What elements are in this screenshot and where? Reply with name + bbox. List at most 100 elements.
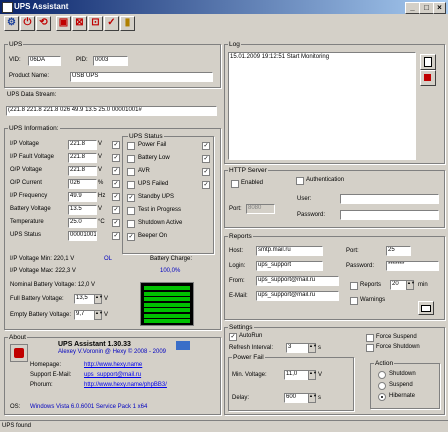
- shutdown-icon[interactable]: ⊠: [72, 16, 87, 31]
- min-voltage-spin[interactable]: ▲▼: [308, 370, 317, 380]
- support-link[interactable]: ups_support@mail.ru: [84, 372, 141, 379]
- info-row-checkbox[interactable]: ✓: [112, 206, 120, 214]
- info-icon[interactable]: ⊡: [88, 16, 103, 31]
- delay-spin[interactable]: ▲▼: [308, 393, 317, 403]
- phorum-link[interactable]: http://www.hexy.name/phpBB3/: [84, 382, 167, 389]
- pid-field[interactable]: 0003: [93, 56, 128, 66]
- power-icon[interactable]: ⏻: [20, 16, 35, 31]
- status-bar: UPS found: [0, 420, 448, 432]
- from-field[interactable]: ups_support@mail.ru: [256, 276, 339, 286]
- vid-field[interactable]: 06DA: [28, 56, 61, 66]
- ups-status-label: UPS Status: [128, 133, 164, 140]
- info-row-label: I/P Fault Voltage: [10, 154, 54, 160]
- info-row-unit: %: [98, 180, 104, 186]
- smtp-login-field[interactable]: ups_support: [256, 261, 323, 271]
- ip-voltage-min: I/P Voltage Min: 220,1 V: [10, 256, 75, 262]
- autorun-checkbox[interactable]: ✓: [229, 333, 237, 341]
- ups-status-checkbox[interactable]: [127, 142, 135, 150]
- settings-icon[interactable]: ⚙: [4, 16, 19, 31]
- reports-min-unit: min: [418, 282, 428, 288]
- clear-log-icon[interactable]: [420, 70, 436, 86]
- homepage-link[interactable]: http://www.hexy.name: [84, 362, 142, 369]
- info-row-value[interactable]: 221.8: [68, 140, 97, 150]
- full-battery-unit: V: [104, 296, 109, 302]
- action-radio[interactable]: [378, 371, 386, 379]
- info-row-checkbox[interactable]: ✓: [112, 154, 120, 162]
- copy-log-icon[interactable]: [420, 54, 436, 70]
- monitor-icon[interactable]: ▣: [56, 16, 71, 31]
- ups-status-checkbox[interactable]: [127, 220, 135, 228]
- email-field[interactable]: ups_support@mail.ru: [256, 291, 339, 301]
- ups-status-alert-checkbox[interactable]: ✓: [202, 155, 210, 163]
- full-battery-field[interactable]: 13,5: [74, 294, 95, 304]
- send-mail-icon[interactable]: [418, 301, 434, 315]
- info-row-checkbox[interactable]: ✓: [112, 232, 120, 240]
- force-shutdown-checkbox[interactable]: [366, 344, 374, 352]
- delay-field[interactable]: 600: [284, 393, 309, 403]
- reports-interval-field[interactable]: 20: [390, 280, 407, 290]
- os-label: OS:: [10, 404, 21, 410]
- ups-status-alert-checkbox[interactable]: ✓: [202, 168, 210, 176]
- info-row-checkbox[interactable]: ✓: [112, 193, 120, 201]
- http-password-label: Password:: [297, 212, 326, 218]
- close-button[interactable]: ×: [433, 2, 446, 14]
- info-row-checkbox[interactable]: ✓: [112, 141, 120, 149]
- smtp-port-field[interactable]: 25: [386, 246, 411, 256]
- reports-interval-spin[interactable]: ▲▼: [406, 280, 415, 290]
- ups-status-checkbox[interactable]: [127, 155, 135, 163]
- ups-status-alert-checkbox[interactable]: ✓: [202, 142, 210, 150]
- info-row-value[interactable]: 25.0: [68, 218, 97, 228]
- http-password-field[interactable]: [340, 210, 439, 220]
- action-radio[interactable]: [378, 382, 386, 390]
- info-row-value[interactable]: 49.9: [68, 192, 97, 202]
- smtp-host-field[interactable]: smtp.mail.ru: [256, 246, 323, 256]
- info-row-value[interactable]: 221.8: [68, 153, 97, 163]
- reports-checkbox[interactable]: [350, 282, 358, 290]
- log-list[interactable]: 15.01.2009 19:12:51 Start Monitoring: [228, 52, 416, 160]
- log-label: Log: [228, 41, 241, 48]
- force-suspend-checkbox[interactable]: [366, 334, 374, 342]
- info-row-value[interactable]: 026: [68, 179, 97, 189]
- empty-battery-spin[interactable]: ▲▼: [94, 310, 103, 320]
- smtp-login-label: Login:: [229, 263, 246, 269]
- ups-status-checkbox[interactable]: [127, 168, 135, 176]
- warnings-checkbox[interactable]: [350, 297, 358, 305]
- ups-status-checkbox[interactable]: ✓: [127, 233, 135, 241]
- smtp-password-field[interactable]: *******: [386, 261, 439, 271]
- minimize-button[interactable]: _: [405, 2, 420, 14]
- full-battery-spin[interactable]: ▲▼: [94, 294, 103, 304]
- ups-status-checkbox[interactable]: [127, 207, 135, 215]
- empty-battery-field[interactable]: 9,7: [74, 310, 95, 320]
- about-author: Alexey V.Voronin @ Hexy © 2008 - 2009: [58, 349, 167, 355]
- http-auth-checkbox[interactable]: [296, 177, 304, 185]
- battery-gauge-bar: [144, 302, 190, 307]
- action-radio[interactable]: [378, 393, 386, 401]
- info-row-value[interactable]: 221.8: [68, 166, 97, 176]
- http-port-label: Port:: [229, 206, 242, 212]
- exit-icon[interactable]: ▮: [120, 16, 135, 31]
- info-row-checkbox[interactable]: ✓: [112, 167, 120, 175]
- http-port-field[interactable]: 8080: [246, 204, 275, 214]
- min-voltage-field[interactable]: 11,0: [284, 370, 309, 380]
- info-row-checkbox[interactable]: ✓: [112, 180, 120, 188]
- http-enabled-checkbox[interactable]: [231, 180, 239, 188]
- checkmark-icon[interactable]: ✓: [104, 16, 119, 31]
- product-label: Product Name:: [9, 73, 50, 79]
- info-row-unit: V: [98, 206, 103, 212]
- ups-status-checkbox[interactable]: [127, 181, 135, 189]
- flag-icon: [176, 341, 190, 350]
- refresh-icon[interactable]: ⟲: [36, 16, 51, 31]
- info-row-checkbox[interactable]: ✓: [112, 219, 120, 227]
- refresh-interval-field[interactable]: 3: [286, 343, 309, 353]
- maximize-button[interactable]: □: [419, 2, 434, 14]
- info-row-value[interactable]: 00001001: [68, 231, 97, 241]
- datastream-field[interactable]: (221.8 221.8 221.8 026 49.9 13.5 25.0 00…: [6, 106, 217, 116]
- ups-status-checkbox[interactable]: ✓: [127, 194, 135, 202]
- product-field[interactable]: USB UPS: [70, 72, 213, 82]
- info-row-label: I/P Frequency: [10, 193, 48, 199]
- phorum-label: Phorum:: [30, 382, 53, 388]
- http-user-field[interactable]: [340, 194, 439, 204]
- info-row-value[interactable]: 13.5: [68, 205, 97, 215]
- ups-status-alert-checkbox[interactable]: ✓: [202, 181, 210, 189]
- refresh-interval-spin[interactable]: ▲▼: [308, 343, 317, 353]
